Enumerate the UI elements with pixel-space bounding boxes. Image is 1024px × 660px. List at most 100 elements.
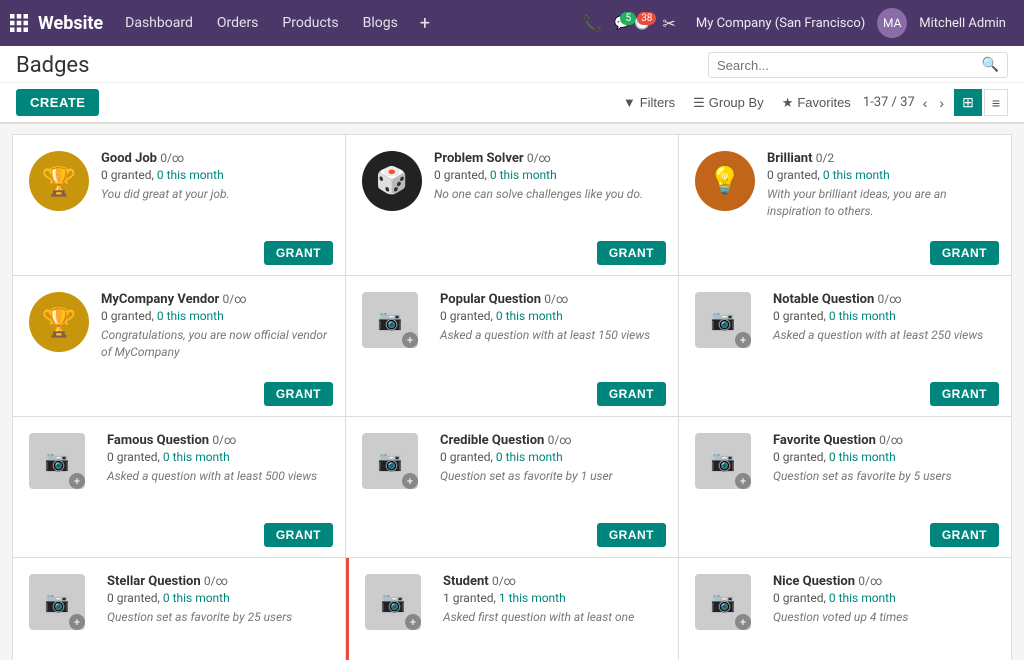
grant-button-problem-solver[interactable]: GRANT [597, 241, 666, 265]
nav-orders[interactable]: Orders [207, 11, 269, 35]
badge-icon-credible-question: 📷+ [362, 433, 418, 489]
grant-button-famous-question[interactable]: GRANT [264, 523, 333, 547]
grant-button-credible-question[interactable]: GRANT [597, 523, 666, 547]
badge-granted-notable-question: 0 granted, 0 this month [773, 309, 995, 323]
this-month-link-brilliant[interactable]: 0 this month [823, 168, 890, 182]
this-month-link-famous-question[interactable]: 0 this month [163, 450, 230, 464]
badge-name-brilliant: Brilliant 0/2 [767, 151, 995, 166]
this-month-link-favorite-question[interactable]: 0 this month [829, 450, 896, 464]
badge-granted-problem-solver: 0 granted, 0 this month [434, 168, 662, 182]
top-navigation: Website Dashboard Orders Products Blogs … [0, 0, 1024, 46]
badge-icon-popular-question: 📷+ [362, 292, 418, 348]
badge-icon-student: 📷+ [365, 574, 421, 630]
badge-desc-famous-question: Asked a question with at least 500 views [107, 468, 329, 485]
grid-icon[interactable] [10, 14, 28, 32]
badge-name-famous-question: Famous Question 0/∞ [107, 433, 329, 448]
badge-icon-good-job: 🏆 [29, 151, 89, 211]
grant-button-notable-question[interactable]: GRANT [930, 382, 999, 406]
badge-icon-mycompany-vendor: 🏆 [29, 292, 89, 352]
badge-name-mycompany-vendor: MyCompany Vendor 0/∞ [101, 292, 329, 307]
badge-granted-favorite-question: 0 granted, 0 this month [773, 450, 995, 464]
this-month-link-popular-question[interactable]: 0 this month [496, 309, 563, 323]
badge-desc-problem-solver: No one can solve challenges like you do. [434, 186, 662, 203]
badge-name-popular-question: Popular Question 0/∞ [440, 292, 662, 307]
pagination-text: 1-37 / 37 [863, 95, 915, 110]
this-month-link-credible-question[interactable]: 0 this month [496, 450, 563, 464]
nav-dashboard[interactable]: Dashboard [115, 11, 203, 35]
badge-card-brilliant: 💡 Brilliant 0/2 0 granted, 0 this month … [679, 135, 1011, 275]
badge-name-nice-question: Nice Question 0/∞ [773, 574, 995, 589]
badge-name-notable-question: Notable Question 0/∞ [773, 292, 995, 307]
next-page-button[interactable]: › [935, 93, 948, 113]
view-toggle: ⊞ ≡ [954, 89, 1008, 116]
user-avatar[interactable]: MA [877, 8, 907, 38]
nav-products[interactable]: Products [272, 11, 348, 35]
badge-name-credible-question: Credible Question 0/∞ [440, 433, 662, 448]
badge-card-favorite-question: 📷+ Favorite Question 0/∞ 0 granted, 0 th… [679, 417, 1011, 557]
this-month-link-mycompany-vendor[interactable]: 0 this month [157, 309, 224, 323]
badge-desc-nice-question: Question voted up 4 times [773, 609, 995, 626]
badge-name-problem-solver: Problem Solver 0/∞ [434, 151, 662, 166]
user-name[interactable]: Mitchell Admin [911, 16, 1014, 31]
groupby-button[interactable]: ☰ Group By [687, 91, 770, 115]
plus-icon: + [402, 332, 418, 348]
badge-granted-student: 1 granted, 1 this month [443, 591, 662, 605]
badge-icon-stellar-question: 📷+ [29, 574, 85, 630]
grant-button-good-job[interactable]: GRANT [264, 241, 333, 265]
search-input[interactable] [717, 58, 982, 73]
clock-badge[interactable]: 🕐38 [634, 16, 650, 31]
plus-icon-notable: + [735, 332, 751, 348]
this-month-link-notable-question[interactable]: 0 this month [829, 309, 896, 323]
app-logo[interactable]: Website [38, 13, 103, 34]
badge-icon-favorite-question: 📷+ [695, 433, 751, 489]
badge-card-credible-question: 📷+ Credible Question 0/∞ 0 granted, 0 th… [346, 417, 678, 557]
badge-desc-credible-question: Question set as favorite by 1 user [440, 468, 662, 485]
grid-view-button[interactable]: ⊞ [954, 89, 982, 116]
grant-button-favorite-question[interactable]: GRANT [930, 523, 999, 547]
this-month-link-nice-question[interactable]: 0 this month [829, 591, 896, 605]
filters-button[interactable]: ▼ Filters [617, 91, 681, 114]
search-icon[interactable]: 🔍 [982, 57, 999, 73]
scissors-icon[interactable]: ✂ [654, 10, 683, 37]
badge-icon-notable-question: 📷+ [695, 292, 751, 348]
list-view-button[interactable]: ≡ [984, 89, 1008, 116]
groupby-label: Group By [709, 95, 764, 110]
nav-blogs[interactable]: Blogs [353, 11, 408, 35]
badge-granted-credible-question: 0 granted, 0 this month [440, 450, 662, 464]
badge-icon-brilliant: 💡 [695, 151, 755, 211]
badge-card-mycompany-vendor: 🏆 MyCompany Vendor 0/∞ 0 granted, 0 this… [13, 276, 345, 416]
favorites-button[interactable]: ★ Favorites [776, 91, 857, 115]
grant-button-popular-question[interactable]: GRANT [597, 382, 666, 406]
badge-desc-good-job: You did great at your job. [101, 186, 329, 203]
badge-granted-mycompany-vendor: 0 granted, 0 this month [101, 309, 329, 323]
create-button[interactable]: CREATE [16, 89, 99, 116]
this-month-link-problem-solver[interactable]: 0 this month [490, 168, 557, 182]
this-month-link-student[interactable]: 1 this month [499, 591, 566, 605]
prev-page-button[interactable]: ‹ [919, 93, 932, 113]
plus-icon-credible: + [402, 473, 418, 489]
badge-card-popular-question: 📷+ Popular Question 0/∞ 0 granted, 0 thi… [346, 276, 678, 416]
favorites-label: Favorites [797, 95, 850, 110]
grant-button-mycompany-vendor[interactable]: GRANT [264, 382, 333, 406]
this-month-link-stellar-question[interactable]: 0 this month [163, 591, 230, 605]
phone-icon[interactable]: 📞 [574, 10, 610, 37]
badge-name-student: Student 0/∞ [443, 574, 662, 589]
badge-granted-nice-question: 0 granted, 0 this month [773, 591, 995, 605]
chat-badge[interactable]: 💬5 [614, 16, 630, 31]
plus-icon-nice: + [735, 614, 751, 630]
pagination: 1-37 / 37 ‹ › [863, 93, 948, 113]
filters-label: Filters [640, 95, 675, 110]
nav-plus-icon[interactable]: + [412, 9, 438, 38]
badge-card-stellar-question: 📷+ Stellar Question 0/∞ 0 granted, 0 thi… [13, 558, 345, 660]
plus-icon-favorite: + [735, 473, 751, 489]
this-month-link-good-job[interactable]: 0 this month [157, 168, 224, 182]
badge-card-famous-question: 📷+ Famous Question 0/∞ 0 granted, 0 this… [13, 417, 345, 557]
badge-granted-brilliant: 0 granted, 0 this month [767, 168, 995, 182]
badge-granted-stellar-question: 0 granted, 0 this month [107, 591, 329, 605]
company-name[interactable]: My Company (San Francisco) [688, 16, 873, 31]
badge-icon-famous-question: 📷+ [29, 433, 85, 489]
badge-desc-stellar-question: Question set as favorite by 25 users [107, 609, 329, 626]
plus-icon-stellar: + [69, 614, 85, 630]
grant-button-brilliant[interactable]: GRANT [930, 241, 999, 265]
badge-desc-notable-question: Asked a question with at least 250 views [773, 327, 995, 344]
